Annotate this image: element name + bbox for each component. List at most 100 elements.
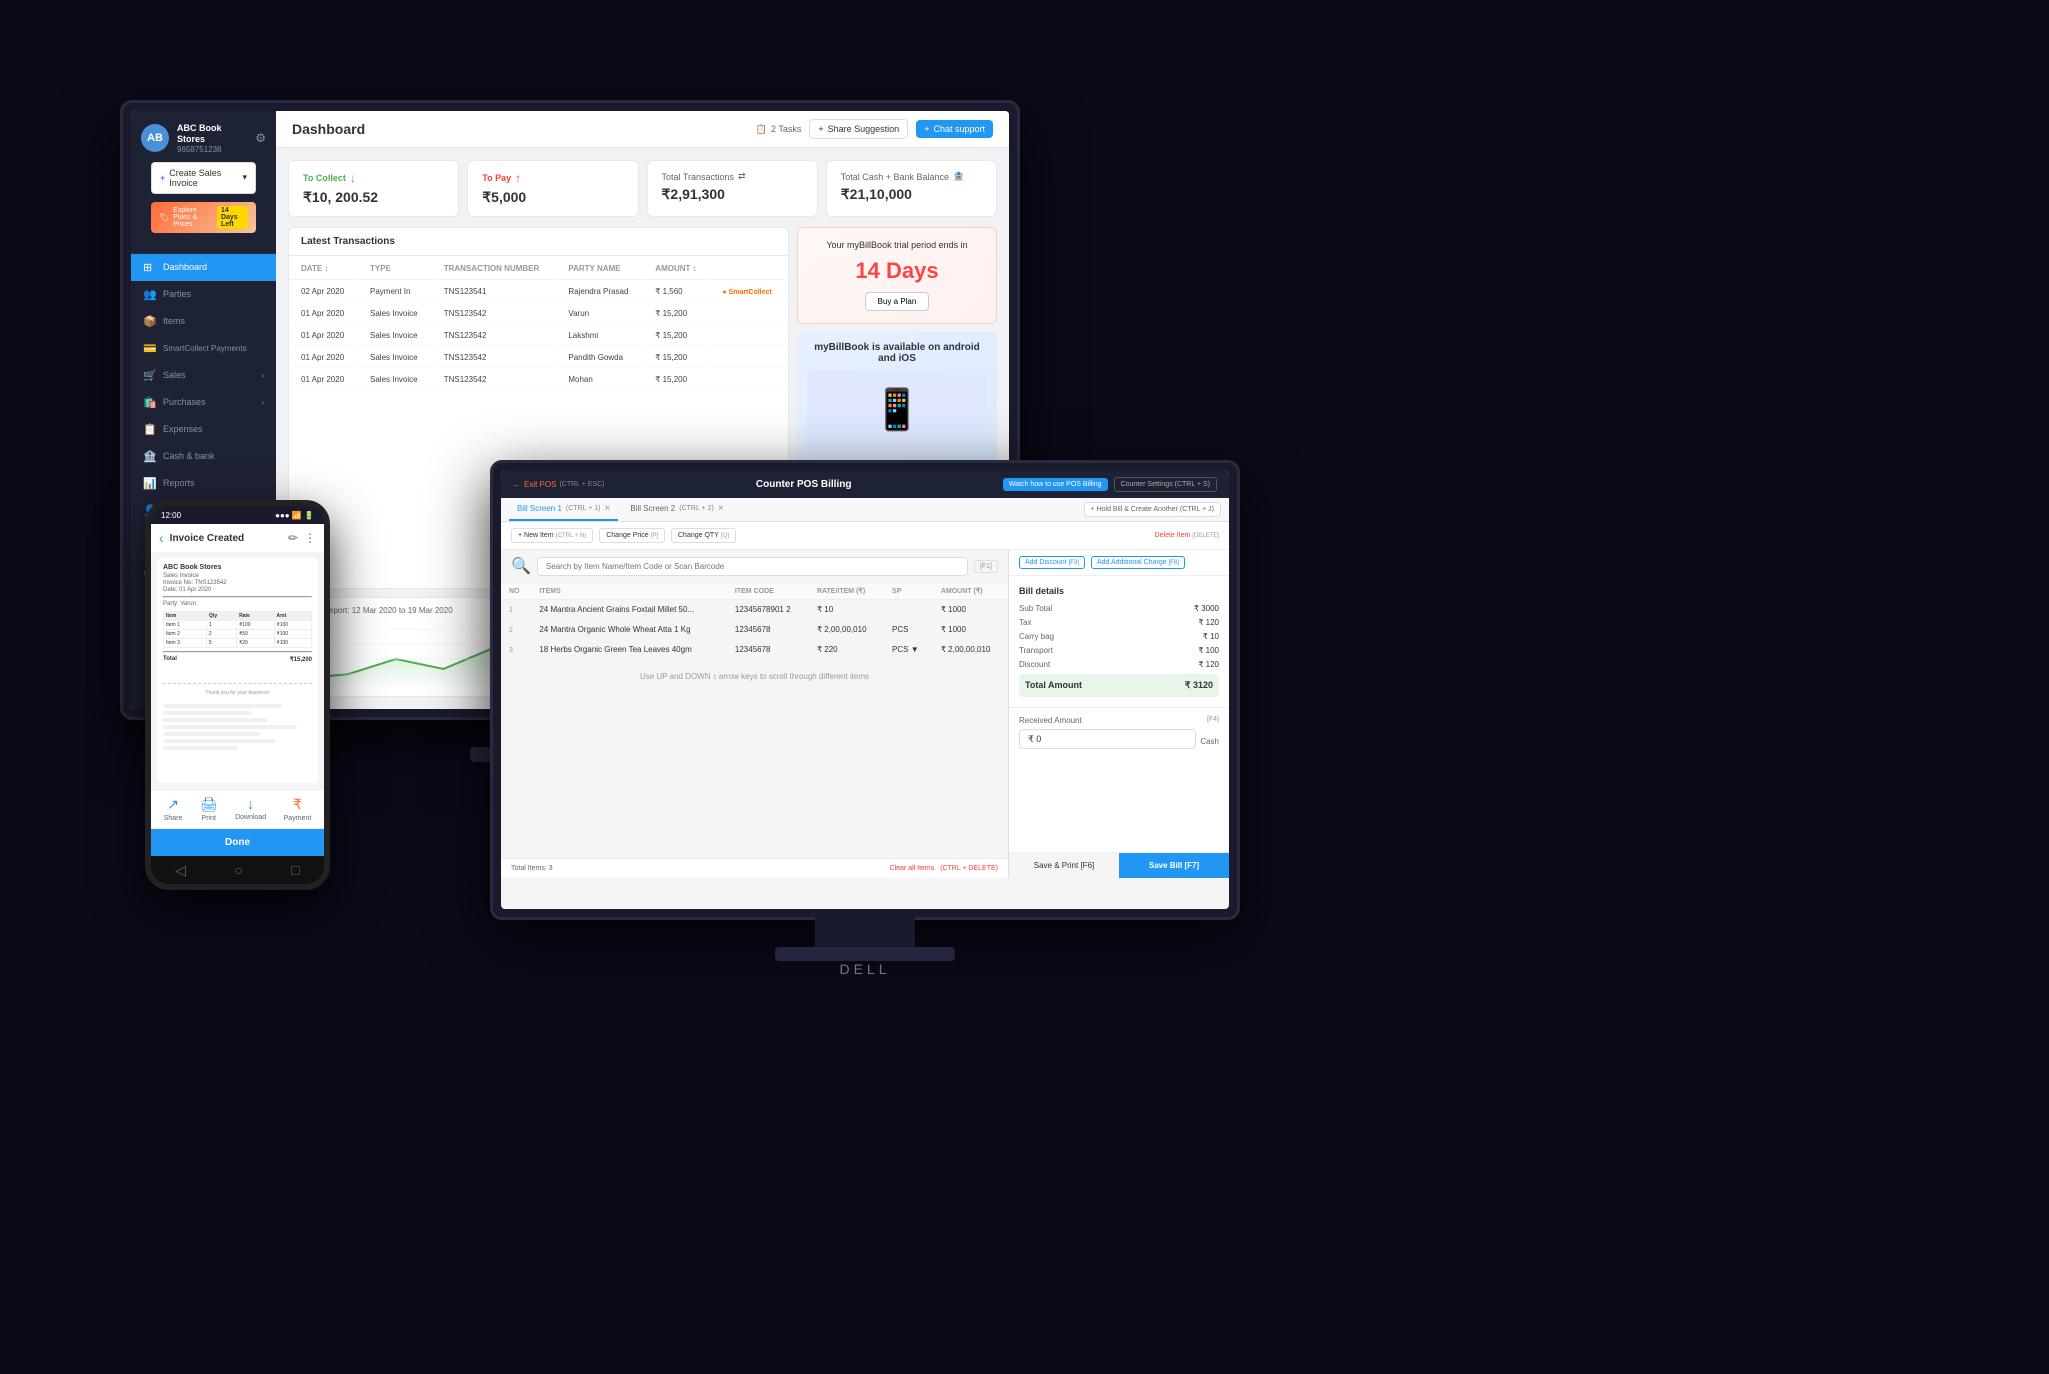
to-collect-label: To Collect	[303, 173, 346, 183]
phone-status-bar: 12:00 ●●● 📶 🔋	[151, 506, 324, 524]
phone-nav-home[interactable]: ○	[234, 862, 242, 878]
more-options-icon[interactable]: ⋮	[304, 531, 316, 545]
received-section: Received Amount [F4] Cash	[1009, 707, 1229, 761]
create-sales-button[interactable]: + Create Sales Invoice ▾	[151, 162, 256, 194]
phone-nav-back[interactable]: ◁	[175, 862, 186, 879]
metric-cash-balance: Total Cash + Bank Balance 🏦 ₹21,10,000	[826, 160, 997, 217]
pos-tab-1[interactable]: Bill Screen 1 (CTRL + 1) ×	[509, 498, 618, 521]
user-phone: 9658751238	[177, 145, 247, 154]
pos-toolbar: + New Item (CTRL + N) Change Price [P] C…	[501, 522, 1229, 550]
save-print-button[interactable]: Save & Print [F6]	[1009, 853, 1119, 878]
col-date: DATE ↕	[291, 258, 358, 280]
watch-how-button[interactable]: Watch how to use POS Billing	[1003, 478, 1108, 491]
done-button[interactable]: Done	[151, 829, 324, 856]
trial-badge: 14 Days Left	[217, 206, 248, 229]
close-tab-icon[interactable]: ×	[604, 503, 610, 514]
monitor2-brand-logo: DELL	[839, 961, 890, 977]
gear-icon[interactable]: ⚙	[255, 131, 266, 145]
pos-items-table: NO ITEMS ITEM CODE RATE/ITEM (₹) SP AMOU…	[501, 583, 1008, 660]
search-input[interactable]	[537, 557, 968, 576]
edit-icon[interactable]: ✏	[288, 531, 298, 545]
total-items: Total Items: 3	[511, 865, 553, 872]
add-discount-button[interactable]: Add Discount [F3]	[1019, 556, 1085, 569]
bank-icon: 🏦	[953, 171, 964, 182]
pos-actions: Save & Print [F6] Save Bill [F7]	[1009, 852, 1229, 878]
phone-content: ABC Book Stores Sales Invoice Invoice No…	[151, 552, 324, 789]
sidebar-item-smartcollect[interactable]: 💳 SmartCollect Payments	[131, 335, 276, 362]
chat-support-button[interactable]: + Chat support	[916, 120, 993, 138]
sidebar-item-expenses[interactable]: 📋 Expenses	[131, 416, 276, 443]
add-charge-button[interactable]: Add Additional Charge [F8]	[1091, 556, 1185, 569]
explore-plans-button[interactable]: 🏷 Explore Plans & Prices 14 Days Left	[151, 202, 256, 233]
print-button[interactable]: 🖨 Print	[200, 796, 218, 822]
share-suggestion-button[interactable]: + Share Suggestion	[809, 119, 908, 139]
col-txn-num: TRANSACTION NUMBER	[434, 258, 557, 280]
pos-table-row[interactable]: 3 18 Herbs Organic Green Tea Leaves 40gm…	[501, 640, 1008, 660]
sidebar-item-cash-bank[interactable]: 🏦 Cash & bank	[131, 443, 276, 470]
col-items: ITEMS	[531, 583, 727, 600]
trial-card: Your myBillBook trial period ends in 14 …	[797, 227, 997, 324]
tasks-button[interactable]: 📋 2 Tasks	[756, 124, 802, 135]
phone-status-icons: ●●● 📶 🔋	[275, 511, 314, 520]
col-amount: AMOUNT (₹)	[933, 583, 1008, 600]
metric-total-txn: Total Transactions ⇄ ₹2,91,300	[647, 160, 818, 217]
user-name: ABC Book Stores	[177, 123, 247, 145]
trial-days: 14 Days	[810, 258, 984, 284]
sidebar-item-parties[interactable]: 👥 Parties	[131, 281, 276, 308]
phone-time: 12:00	[161, 511, 181, 520]
counter-settings-button[interactable]: Counter Settings (CTRL + S)	[1114, 477, 1217, 492]
total-txn-value: ₹2,91,300	[662, 186, 803, 203]
table-row: 01 Apr 2020 Sales Invoice TNS123542 Moha…	[291, 370, 786, 390]
pos-table-row[interactable]: 2 24 Mantra Organic Whole Wheat Atta 1 K…	[501, 620, 1008, 640]
avatar: AB	[141, 124, 169, 152]
pos-right-header: Add Discount [F3] Add Additional Charge …	[1009, 550, 1229, 576]
chevron-right-icon: ›	[261, 371, 264, 380]
clear-all-button[interactable]: Clear all Items (CTRL + DELETE)	[890, 865, 998, 872]
sidebar-item-reports[interactable]: 📊 Reports	[131, 470, 276, 497]
save-bill-button[interactable]: Save Bill [F7]	[1119, 853, 1229, 878]
new-item-button[interactable]: + New Item (CTRL + N)	[511, 528, 593, 543]
bill-details: Bill details Sub Total ₹ 3000 Tax ₹ 120 …	[1009, 576, 1229, 707]
delete-item-button[interactable]: Delete Item [DELETE]	[1155, 532, 1219, 539]
search-icon: 🔍	[511, 556, 531, 576]
change-price-button[interactable]: Change Price [P]	[599, 528, 665, 543]
hold-bill-button[interactable]: + Hold Bill & Create Another (CTRL + J)	[1084, 502, 1221, 517]
back-button[interactable]: ‹	[159, 530, 164, 546]
sidebar-item-dashboard[interactable]: ⊞ Dashboard	[131, 254, 276, 281]
change-qty-button[interactable]: Change QTY [Q]	[671, 528, 736, 543]
arrow-up-icon: ↑	[515, 171, 521, 185]
metric-to-pay: To Pay ↑ ₹5,000	[467, 160, 638, 217]
monitor2-stand	[815, 917, 915, 947]
phone-nav-recent[interactable]: □	[291, 862, 299, 878]
sidebar-item-items[interactable]: 📦 Items	[131, 308, 276, 335]
col-extra	[712, 258, 786, 280]
phone-actions: ↗ Share 🖨 Print ↓ Download ₹ Payment	[151, 790, 324, 829]
reports-icon: 📊	[143, 477, 157, 490]
latest-transactions-header: Latest Transactions	[289, 228, 788, 256]
buy-plan-button[interactable]: Buy a Plan	[865, 292, 930, 311]
received-amount-input[interactable]	[1019, 729, 1196, 749]
pos-title: Counter POS Billing	[756, 479, 852, 490]
book-icon: 📋	[756, 124, 767, 135]
bill-row-transport: Transport ₹ 100	[1019, 646, 1219, 655]
share-button[interactable]: ↗ Share	[164, 796, 183, 822]
f1-shortcut: [F1]	[974, 560, 998, 573]
download-button[interactable]: ↓ Download	[235, 796, 266, 822]
pos-tab-2[interactable]: Bill Screen 2 (CTRL + 2) ×	[622, 498, 731, 521]
top-bar-actions: 📋 2 Tasks + Share Suggestion + Chat supp…	[756, 119, 993, 139]
arrow-left-icon: ←	[513, 480, 521, 489]
sidebar-item-sales[interactable]: 🛒 Sales ›	[131, 362, 276, 389]
bill-details-title: Bill details	[1019, 586, 1219, 596]
exit-pos-button[interactable]: ← Exit POS (CTRL + ESC)	[513, 480, 605, 489]
table-row: 01 Apr 2020 Sales Invoice TNS123542 Varu…	[291, 304, 786, 324]
phone-screen-title: Invoice Created	[170, 533, 282, 544]
close-tab-2-icon[interactable]: ×	[718, 503, 724, 514]
pos-header: ← Exit POS (CTRL + ESC) Counter POS Bill…	[501, 471, 1229, 498]
pos-table-row[interactable]: 1 24 Mantra Ancient Grains Foxtail Mille…	[501, 600, 1008, 620]
sidebar-item-purchases[interactable]: 🛍️ Purchases ›	[131, 389, 276, 416]
payment-button[interactable]: ₹ Payment	[284, 796, 312, 822]
dashboard-icon: ⊞	[143, 261, 157, 274]
invoice-preview: ABC Book Stores Sales Invoice Invoice No…	[157, 558, 318, 783]
pos-footer: Total Items: 3 Clear all Items (CTRL + D…	[501, 858, 1008, 878]
sidebar-header: AB ABC Book Stores 9658751238 ⚙ + Create…	[131, 111, 276, 254]
